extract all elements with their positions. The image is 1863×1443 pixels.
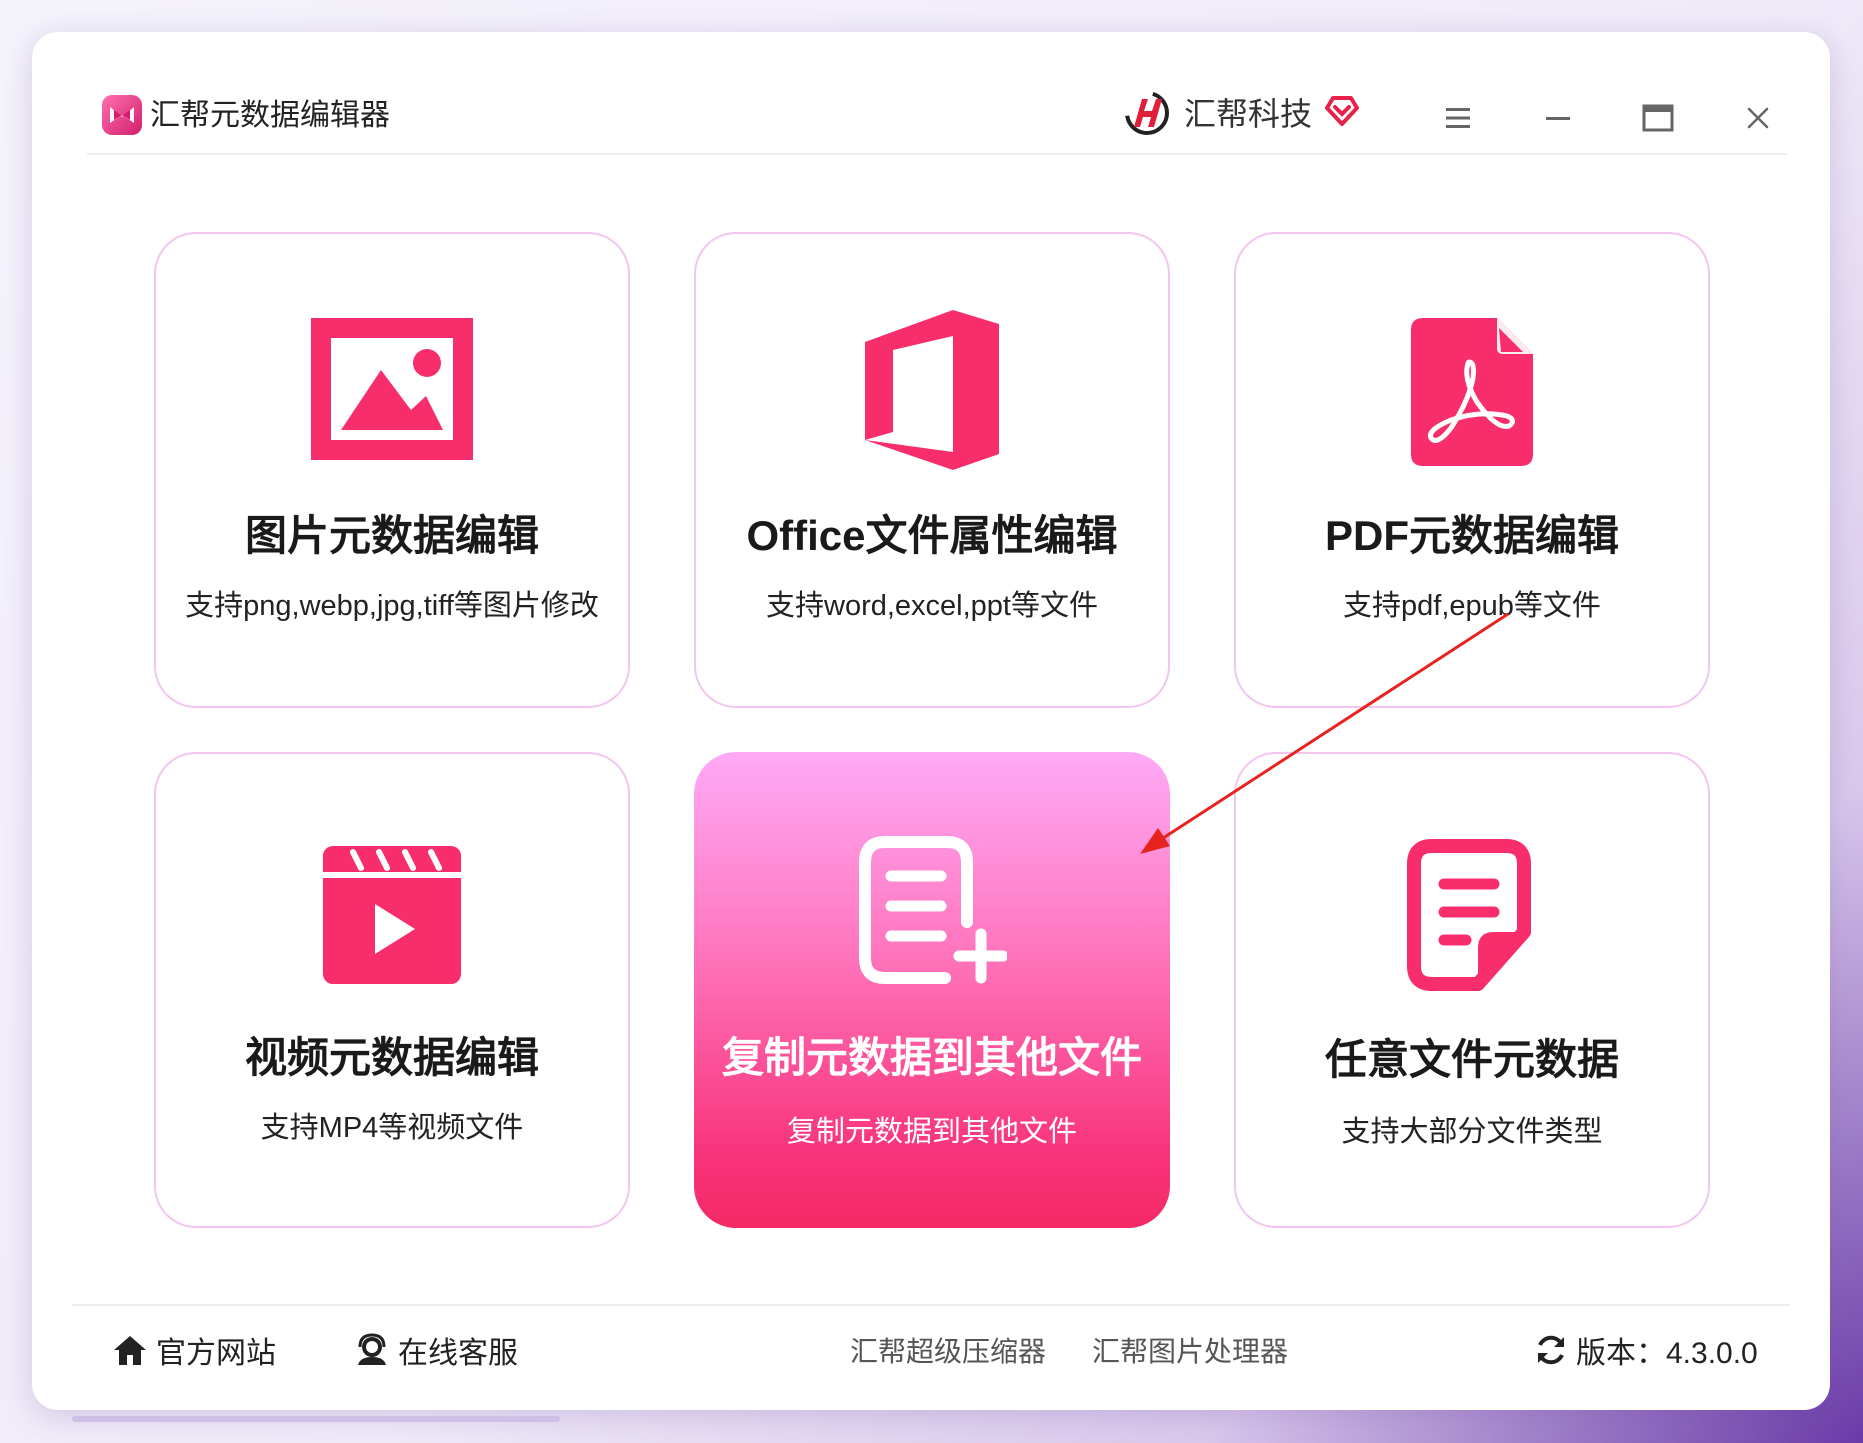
title-bar: 汇帮元数据编辑器 汇帮科技 [32, 32, 1830, 154]
card-subtitle: 复制元数据到其他文件 [786, 1116, 1077, 1148]
card-subtitle: 支持word,excel,ppt等文件 [766, 590, 1098, 622]
app-window: 汇帮元数据编辑器 汇帮科技 图片元数据编辑 支持png,webp,jpg,tif… [32, 32, 1830, 1410]
footer-divider [72, 1304, 1790, 1306]
close-icon [1747, 107, 1769, 129]
app-logo-icon [102, 95, 142, 135]
pdf-icon [1411, 318, 1533, 466]
card-title: PDF元数据编辑 [1324, 512, 1619, 559]
online-support-label: 在线客服 [398, 1337, 518, 1370]
brand-logo-icon [1120, 87, 1174, 144]
card-office-properties[interactable]: Office文件属性编辑 支持word,excel,ppt等文件 [694, 232, 1170, 708]
maximize-icon [1642, 104, 1674, 132]
minimize-button[interactable] [1536, 98, 1580, 138]
card-title: 任意文件元数据 [1324, 1036, 1619, 1083]
title-divider [87, 153, 1787, 155]
card-subtitle: 支持MP4等视频文件 [260, 1112, 524, 1144]
maximize-button[interactable] [1636, 98, 1680, 138]
brand-name: 汇帮科技 [1184, 96, 1313, 132]
card-any-file-metadata[interactable]: 任意文件元数据 支持大部分文件类型 [1234, 752, 1710, 1228]
official-website-label: 官方网站 [156, 1337, 276, 1370]
card-pdf-metadata[interactable]: PDF元数据编辑 支持pdf,epub等文件 [1234, 232, 1710, 708]
home-icon [114, 1336, 146, 1365]
scrollbar[interactable] [72, 1416, 560, 1422]
card-title: 复制元数据到其他文件 [721, 1034, 1142, 1081]
card-title: Office文件属性编辑 [746, 512, 1118, 559]
image-icon [311, 318, 473, 460]
card-subtitle: 支持pdf,epub等文件 [1343, 590, 1601, 622]
version-info[interactable]: 版本：4.3.0.0 [1534, 1328, 1758, 1372]
close-button[interactable] [1736, 98, 1780, 138]
card-subtitle: 支持大部分文件类型 [1341, 1116, 1603, 1148]
card-image-metadata[interactable]: 图片元数据编辑 支持png,webp,jpg,tiff等图片修改 [154, 232, 630, 708]
video-icon [323, 846, 461, 984]
app-title: 汇帮元数据编辑器 [150, 99, 390, 132]
card-title: 视频元数据编辑 [244, 1034, 539, 1081]
document-icon [1404, 836, 1540, 994]
customer-service-icon [358, 1333, 386, 1365]
card-copy-metadata[interactable]: 复制元数据到其他文件 复制元数据到其他文件 [694, 752, 1170, 1228]
card-title: 图片元数据编辑 [244, 512, 539, 559]
office-icon [865, 310, 999, 470]
minimize-icon [1546, 117, 1570, 120]
compressor-link[interactable]: 汇帮超级压缩器 [850, 1328, 1046, 1372]
refresh-icon [1538, 1335, 1564, 1365]
image-processor-link[interactable]: 汇帮图片处理器 [1092, 1328, 1288, 1372]
vip-heart-icon[interactable] [1322, 90, 1362, 135]
version-label: 版本：4.3.0.0 [1576, 1337, 1758, 1370]
copy-doc-icon [857, 834, 1007, 986]
menu-icon [1446, 108, 1470, 128]
card-video-metadata[interactable]: 视频元数据编辑 支持MP4等视频文件 [154, 752, 630, 1228]
online-support-link[interactable]: 在线客服 [354, 1328, 518, 1372]
card-subtitle: 支持png,webp,jpg,tiff等图片修改 [185, 590, 599, 622]
menu-button[interactable] [1436, 98, 1480, 138]
official-website-link[interactable]: 官方网站 [112, 1328, 276, 1372]
